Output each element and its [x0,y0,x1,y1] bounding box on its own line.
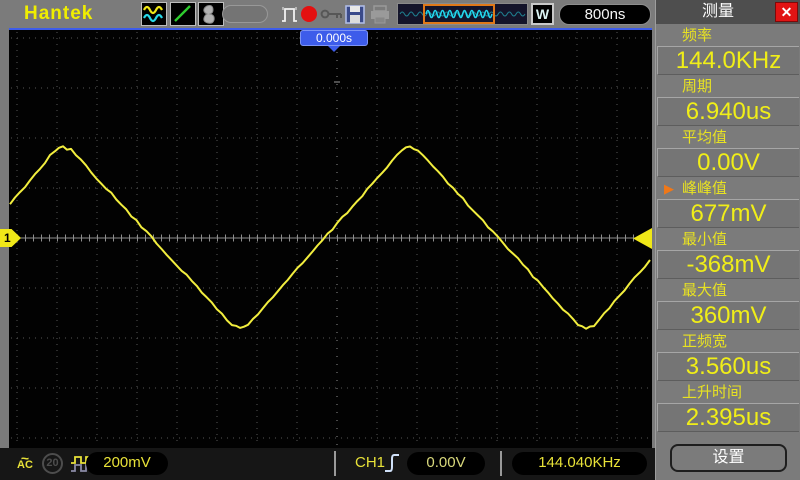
volts-div-readout[interactable]: 200mV [86,452,168,475]
status-bar: ~ AC 20 200mV CH1 0.00V 144.040KHz [0,448,655,480]
measurement-value: 360mV [657,301,799,330]
rising-edge-icon[interactable] [383,452,401,475]
measurement-value: 3.560us [657,352,799,381]
bandwidth-limit-icon[interactable]: 20 [42,453,63,474]
measurement-value: 0.00V [657,148,799,177]
measurement-item: 正频宽 3.560us [656,330,800,381]
top-toolbar: Hantek [0,0,655,28]
channel-waves-glyph [142,3,166,25]
measurement-item: 上升时间 2.395us [656,381,800,432]
measurement-value: 2.395us [657,403,799,432]
cursor-line-glyph [171,3,195,25]
measurement-label-text: 峰峰值 [682,180,727,197]
measurement-item: 频率 144.0KHz [656,24,800,75]
channel-waves-icon[interactable] [141,2,167,26]
measurement-label: 最小值 [656,228,800,250]
brand-logo: Hantek [24,3,93,25]
measurement-label: 正频宽 [656,330,800,352]
separator [334,451,336,476]
empty-field[interactable] [222,5,268,23]
pulse-icon[interactable] [281,4,299,24]
measurement-item: 平均值 0.00V [656,126,800,177]
measurement-label: 平均值 [656,126,800,148]
window-mode-button[interactable]: W [531,3,554,25]
oscilloscope-screen: Hantek [0,0,800,480]
measurement-item: 最小值 -368mV [656,228,800,279]
selected-marker-icon: ▶ [664,177,674,200]
noise-icon[interactable] [198,2,224,26]
measurement-item: 周期 6.940us [656,75,800,126]
timebase-readout[interactable]: 800ns [559,4,651,25]
close-icon[interactable]: ✕ [775,2,798,22]
measurement-item: 最大值 360mV [656,279,800,330]
waveform-canvas [9,28,652,448]
waveform-display [9,28,652,448]
trigger-source-label: CH1 [355,454,385,471]
panel-header: 测量 ✕ [656,0,800,24]
record-icon[interactable] [301,6,317,22]
acquisition-preview[interactable] [397,3,528,25]
trigger-level-readout[interactable]: 0.00V [407,452,485,475]
coupling-text: AC [14,460,36,471]
print-icon[interactable] [369,4,391,25]
measurement-label: ▶ 峰峰值 [656,177,800,199]
measurement-value: 677mV [657,199,799,228]
measurement-value: 144.0KHz [657,46,799,75]
key-lock-icon[interactable] [320,4,345,24]
measurement-label: 周期 [656,75,800,97]
measurement-item: ▶ 峰峰值 677mV [656,177,800,228]
frequency-counter-readout[interactable]: 144.040KHz [512,452,647,475]
trigger-position-tag[interactable]: 0.000s [300,30,368,46]
graticule-grid [9,28,652,448]
save-icon[interactable] [344,4,366,25]
noise-glyph [199,3,223,25]
measurement-label: 上升时间 [656,381,800,403]
preview-wave-glyph [398,4,527,24]
coupling-ac-icon[interactable]: ~ AC [14,451,36,471]
cursor-line-icon[interactable] [170,2,196,26]
separator [500,451,502,476]
measurement-value: -368mV [657,250,799,279]
measurement-panel: 测量 ✕ 频率 144.0KHz 周期 6.940us 平均值 0.00V ▶ … [655,0,800,480]
measurement-value: 6.940us [657,97,799,126]
settings-button[interactable]: 设置 [670,444,787,472]
measurement-label: 频率 [656,24,800,46]
measurement-label: 最大值 [656,279,800,301]
